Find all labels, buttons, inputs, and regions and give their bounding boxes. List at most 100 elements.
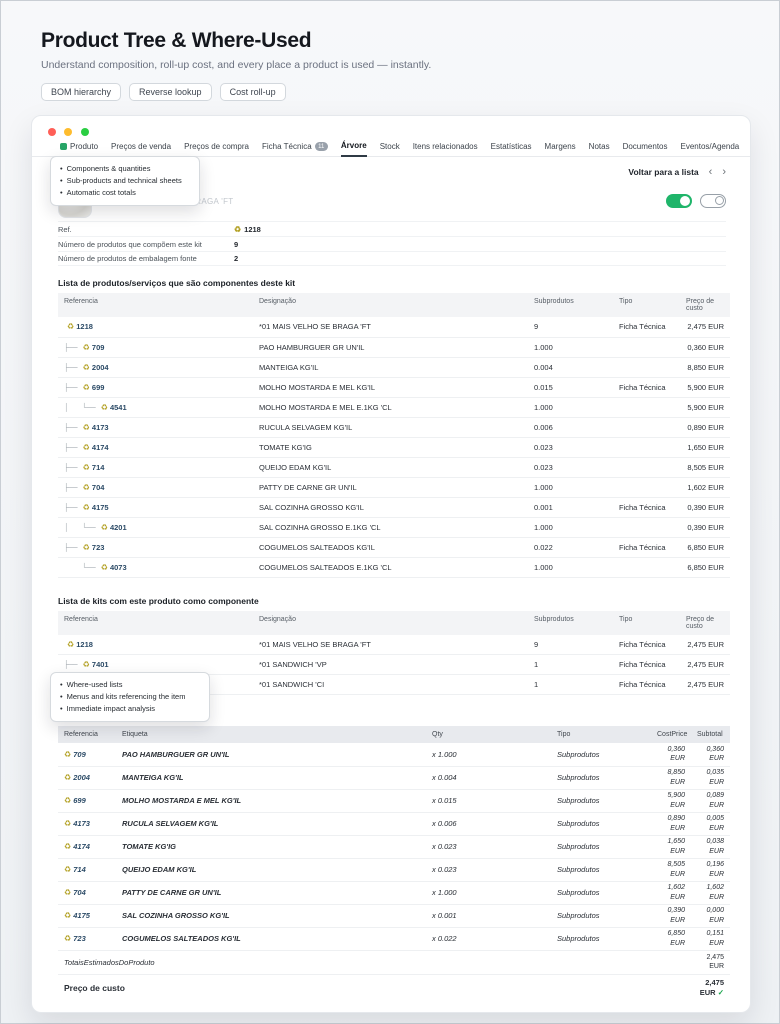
feature-chip[interactable]: Cost roll-up	[220, 83, 286, 101]
ref-link[interactable]: 699	[92, 383, 105, 392]
ref-link[interactable]: 4201	[110, 523, 127, 532]
recycle-icon: ♻	[83, 343, 90, 352]
info-value: ♻ 1218	[234, 225, 261, 234]
recycle-icon: ♻	[101, 403, 108, 412]
ref-link[interactable]: 714	[73, 865, 86, 874]
tab[interactable]: Preços de compra	[184, 142, 249, 156]
component-row: ├── ♻ 699 MOLHO MOSTARDA E MEL KG'IL 0.0…	[58, 377, 730, 397]
page-subtitle: Understand composition, roll-up cost, an…	[41, 59, 749, 71]
kit-row: ♻ 1218 *01 MAIS VELHO SE BRAGA 'FT 9 Fic…	[58, 635, 730, 655]
designacao-cell: MOLHO MOSTARDA E MEL KG'IL	[253, 377, 528, 397]
tipo-cell	[613, 437, 680, 457]
callout-components: • Components & quantities • Sub-products…	[50, 156, 200, 206]
tab[interactable]: Árvore	[341, 141, 367, 157]
ref-link[interactable]: 709	[92, 343, 105, 352]
ref-link[interactable]: 4073	[110, 563, 127, 572]
referencia-cell: ♻ 714	[58, 858, 116, 881]
tab-label: Documentos	[623, 142, 668, 151]
referencia-cell: ♻ 4173	[58, 812, 116, 835]
recycle-icon: ♻	[83, 483, 90, 492]
tab[interactable]: Preços de venda	[111, 142, 171, 156]
ref-link[interactable]: 4175	[73, 911, 90, 920]
tipo-cell: Ficha Técnica	[613, 317, 680, 337]
recycle-icon: ♻	[64, 819, 71, 828]
tab[interactable]: Notas	[589, 142, 610, 156]
designacao-cell: PAO HAMBURGUER GR UN'IL	[253, 337, 528, 357]
qty-cell: x 0.023	[426, 835, 551, 858]
ref-link[interactable]: 7401	[92, 660, 109, 669]
toggle-secondary[interactable]	[700, 194, 726, 208]
referencia-cell: ├── ♻ 2004	[58, 357, 253, 377]
subtotal-cell: 0,089 EUR	[691, 789, 730, 812]
info-row: Ref. ♻ 1218	[58, 221, 726, 236]
ref-link[interactable]: 699	[73, 796, 86, 805]
ref-link[interactable]: 4174	[73, 842, 90, 851]
tab-label: Preços de compra	[184, 142, 249, 151]
tipo-cell	[613, 457, 680, 477]
prev-icon[interactable]: ‹	[709, 167, 713, 178]
ficha-row: ♻ 709 PAO HAMBURGUER GR UN'IL x 1.000 Su…	[58, 743, 730, 766]
recycle-icon: ♻	[64, 888, 71, 897]
info-label: Ref.	[58, 225, 234, 234]
tab[interactable]: Ficha Técnica 11	[262, 142, 328, 156]
recycle-icon: ♻	[83, 463, 90, 472]
subprodutos-cell: 1	[528, 675, 613, 695]
column-header-tipo: Tipo	[613, 611, 680, 635]
ref-link[interactable]: 704	[73, 888, 86, 897]
next-icon[interactable]: ›	[722, 167, 726, 178]
final-price-row: Preço de custo 2,475 EUR ✓	[58, 974, 730, 1002]
back-to-list-link[interactable]: Voltar para a lista	[628, 167, 698, 177]
tab[interactable]: Documentos	[623, 142, 668, 156]
etiqueta-cell: PATTY DE CARNE GR UN'IL	[116, 881, 426, 904]
minimize-window-icon[interactable]	[64, 128, 72, 136]
tree-connector-icon: ├──	[64, 543, 78, 552]
ref-link[interactable]: 2004	[73, 773, 90, 782]
ref-link[interactable]: 723	[92, 543, 105, 552]
preco-cell: 5,900 EUR	[680, 377, 730, 397]
column-header-referencia: Referencia	[58, 726, 116, 743]
subtotal-cell: 0,035 EUR	[691, 766, 730, 789]
ref-link[interactable]: 714	[92, 463, 105, 472]
ficha-row: ♻ 699 MOLHO MOSTARDA E MEL KG'IL x 0.015…	[58, 789, 730, 812]
ref-link[interactable]: 723	[73, 934, 86, 943]
tab[interactable]: Margens	[545, 142, 576, 156]
ref-link[interactable]: 4541	[110, 403, 127, 412]
tab[interactable]: Itens relacionados	[413, 142, 478, 156]
close-window-icon[interactable]	[48, 128, 56, 136]
preco-cell: 1,602 EUR	[680, 477, 730, 497]
kits-header-row: Referencia Designação Subprodutos Tipo P…	[58, 611, 730, 635]
maximize-window-icon[interactable]	[81, 128, 89, 136]
components-header-row: Referencia Designação Subprodutos Tipo P…	[58, 293, 730, 317]
tipo-cell: Subprodutos	[551, 881, 651, 904]
feature-chip[interactable]: BOM hierarchy	[41, 83, 121, 101]
tree-connector-icon: ├──	[64, 363, 78, 372]
qty-cell: x 0.004	[426, 766, 551, 789]
tipo-cell: Ficha Técnica	[613, 377, 680, 397]
ref-link[interactable]: 1218	[76, 640, 93, 649]
tipo-cell: Ficha Técnica	[613, 497, 680, 517]
tab[interactable]: Estatísticas	[491, 142, 532, 156]
ref-link[interactable]: 709	[73, 750, 86, 759]
subprodutos-cell: 0.015	[528, 377, 613, 397]
toggle-active[interactable]	[666, 194, 692, 208]
ref-link[interactable]: 4175	[92, 503, 109, 512]
bullet-icon: •	[60, 175, 63, 187]
ref-link[interactable]: 4173	[92, 423, 109, 432]
preco-cell: 6,850 EUR	[680, 537, 730, 557]
tab[interactable]: Produto	[60, 142, 98, 156]
column-header-preco: Preço de custo	[680, 293, 730, 317]
ref-link[interactable]: 4173	[73, 819, 90, 828]
recycle-icon: ♻	[64, 911, 71, 920]
ref-link[interactable]: 4174	[92, 443, 109, 452]
tab[interactable]: Eventos/Agenda	[681, 142, 740, 156]
tab[interactable]: Stock	[380, 142, 400, 156]
feature-chip[interactable]: Reverse lookup	[129, 83, 212, 101]
referencia-cell: ♻ 699	[58, 789, 116, 812]
ref-link[interactable]: 1218	[76, 322, 93, 331]
ref-link[interactable]: 2004	[92, 363, 109, 372]
preco-cell: 2,475 EUR	[680, 675, 730, 695]
referencia-cell: │ └── ♻ 4541	[58, 397, 253, 417]
info-row: Número de produtos de embalagem fonte ♻ …	[58, 251, 726, 266]
designacao-cell: SAL COZINHA GROSSO KG'IL	[253, 497, 528, 517]
ref-link[interactable]: 704	[92, 483, 105, 492]
